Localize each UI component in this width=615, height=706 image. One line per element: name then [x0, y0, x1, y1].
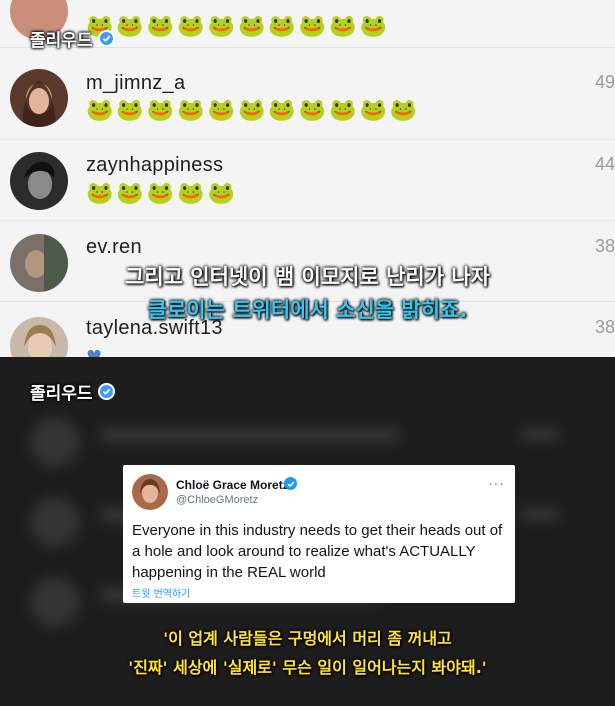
comment-username[interactable]: ev.ren: [86, 236, 142, 259]
channel-name: 졸리우드: [30, 384, 93, 404]
channel-watermark: 졸리우드: [30, 26, 115, 51]
comment-row: m_jimnz_a 🐸🐸🐸🐸🐸🐸🐸🐸🐸🐸🐸 49: [0, 60, 615, 140]
comment-row: zaynhappiness 🐸🐸🐸🐸🐸 44: [0, 141, 615, 221]
like-count: 49: [594, 72, 615, 92]
like-count: 38: [594, 236, 615, 256]
subtitle-line-1: '이 업계 사람들은 구멍에서 머리 좀 꺼내고: [163, 629, 452, 648]
verified-badge-icon: [284, 477, 297, 490]
snake-emoji-row: 🐸🐸🐸🐸🐸: [86, 181, 238, 206]
snake-emoji-row: 🐸🐸🐸🐸🐸🐸🐸🐸🐸🐸: [86, 14, 390, 39]
channel-watermark: 졸리우드: [30, 379, 115, 404]
comment-username[interactable]: m_jimnz_a: [86, 72, 185, 95]
tweet-panel: 졸리우드 Chloë Grace Moretz @ChloeGMoretz ··…: [0, 357, 615, 706]
more-options-icon[interactable]: ···: [488, 475, 505, 491]
subtitle-line-2: 클로이는 트위터에서 소신을 밝히죠.: [147, 298, 468, 322]
verified-badge-icon: [97, 383, 115, 400]
avatar[interactable]: [10, 152, 68, 210]
avatar[interactable]: [10, 69, 68, 127]
comment-username[interactable]: zaynhappiness: [86, 154, 223, 177]
tweet-card[interactable]: Chloë Grace Moretz @ChloeGMoretz ··· Eve…: [123, 465, 515, 603]
channel-name: 졸리우드: [30, 31, 93, 51]
snake-emoji-row: 🐸🐸🐸🐸🐸🐸🐸🐸🐸🐸🐸: [86, 98, 421, 123]
heart-icon[interactable]: ♥: [86, 347, 102, 357]
like-count: 44: [594, 154, 615, 174]
translate-tweet-link[interactable]: 트윗 번역하기: [132, 585, 190, 600]
subtitle-line-2: '진짜' 세상에 '실제로' 무슨 일이 일어나는지 봐야돼.': [128, 658, 487, 677]
tweet-author-name[interactable]: Chloë Grace Moretz: [176, 478, 289, 492]
verified-badge-icon: [97, 30, 115, 47]
subtitle-line-1: 그리고 인터넷이 뱀 이모지로 난리가 나자: [125, 265, 490, 289]
tweet-text: Everyone in this industry needs to get t…: [132, 522, 503, 581]
instagram-comments-panel: imasaltyass 🐸🐸🐸🐸🐸🐸🐸🐸🐸🐸 m_jimnz_a 🐸🐸🐸🐸🐸🐸🐸…: [0, 0, 615, 357]
tweet-avatar[interactable]: [132, 474, 168, 510]
tweet-author-handle[interactable]: @ChloeGMoretz: [176, 494, 258, 506]
